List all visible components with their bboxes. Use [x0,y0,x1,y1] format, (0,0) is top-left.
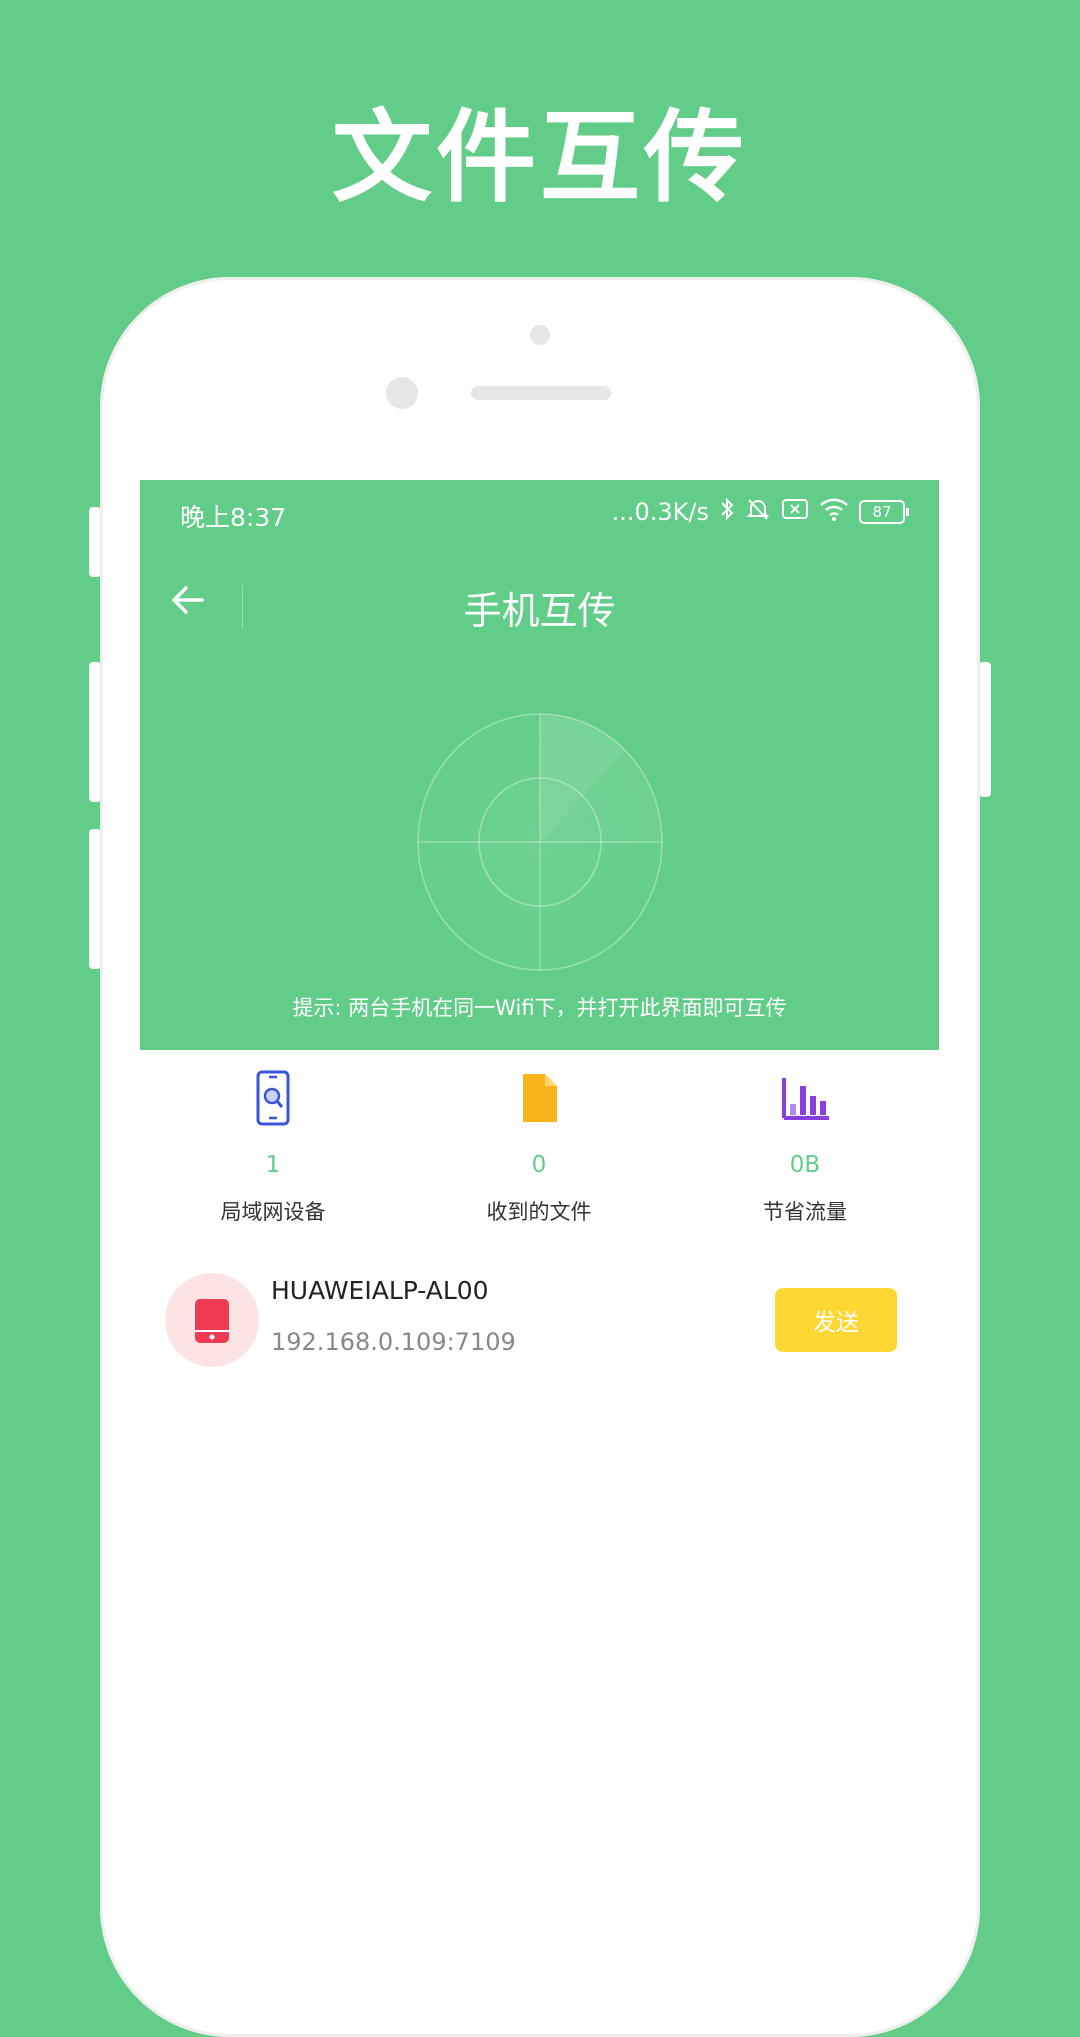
phone-speaker [471,386,611,400]
stat-value: 0 [531,1152,547,1178]
stats-panel: 1 局域网设备 0 收到的文件 0B 节省流量 [140,1068,939,1238]
phone-icon [195,1299,229,1343]
sim-off-icon [781,498,809,526]
send-button[interactable]: 发送 [775,1288,897,1352]
device-name: HUAWEIALP-AL00 [271,1276,489,1305]
hint-text: 提示: 两台手机在同一Wifi下，并打开此界面即可互传 [292,996,787,1020]
stat-lan-devices[interactable]: 1 局域网设备 [140,1068,406,1226]
status-bar: 晚上8:37 ...0.3K/s 87 [140,480,939,550]
network-speed: ...0.3K/s [611,498,709,526]
stat-received-files[interactable]: 0 收到的文件 [406,1068,672,1226]
phone-camera [386,377,418,409]
device-list-item[interactable]: HUAWEIALP-AL00 192.168.0.109:7109 发送 [140,1268,939,1378]
bar-chart-icon [782,1078,829,1120]
stat-label: 节省流量 [763,1200,847,1224]
battery-icon: 87 [859,500,909,524]
device-ip: 192.168.0.109:7109 [271,1328,516,1356]
status-time: 晚上8:37 [180,503,287,532]
bell-off-icon [745,496,771,528]
bluetooth-icon [719,496,735,528]
file-icon [523,1074,557,1122]
stat-value: 1 [265,1152,281,1178]
wifi-icon [819,497,849,527]
header: 晚上8:37 ...0.3K/s 87 手机互传 提示: 两台手机在同一Wifi… [140,480,939,1050]
device-avatar [165,1273,259,1367]
stat-saved-traffic[interactable]: 0B 节省流量 [672,1068,938,1226]
page-title: 手机互传 [463,589,616,633]
stat-label: 收到的文件 [486,1200,592,1224]
radar-scanner [417,713,663,971]
app-screen: 晚上8:37 ...0.3K/s 87 手机互传 提示: 两台手机在同一Wifi… [140,480,939,1920]
stat-label: 局域网设备 [220,1200,326,1224]
status-icons: ...0.3K/s 87 [611,496,909,528]
promo-title: 文件互传 [332,99,748,216]
phone-search-icon [256,1070,290,1126]
nav-bar: 手机互传 [140,550,939,660]
stat-value: 0B [789,1152,821,1178]
phone-side-button [979,662,991,797]
phone-sensor [530,325,550,345]
